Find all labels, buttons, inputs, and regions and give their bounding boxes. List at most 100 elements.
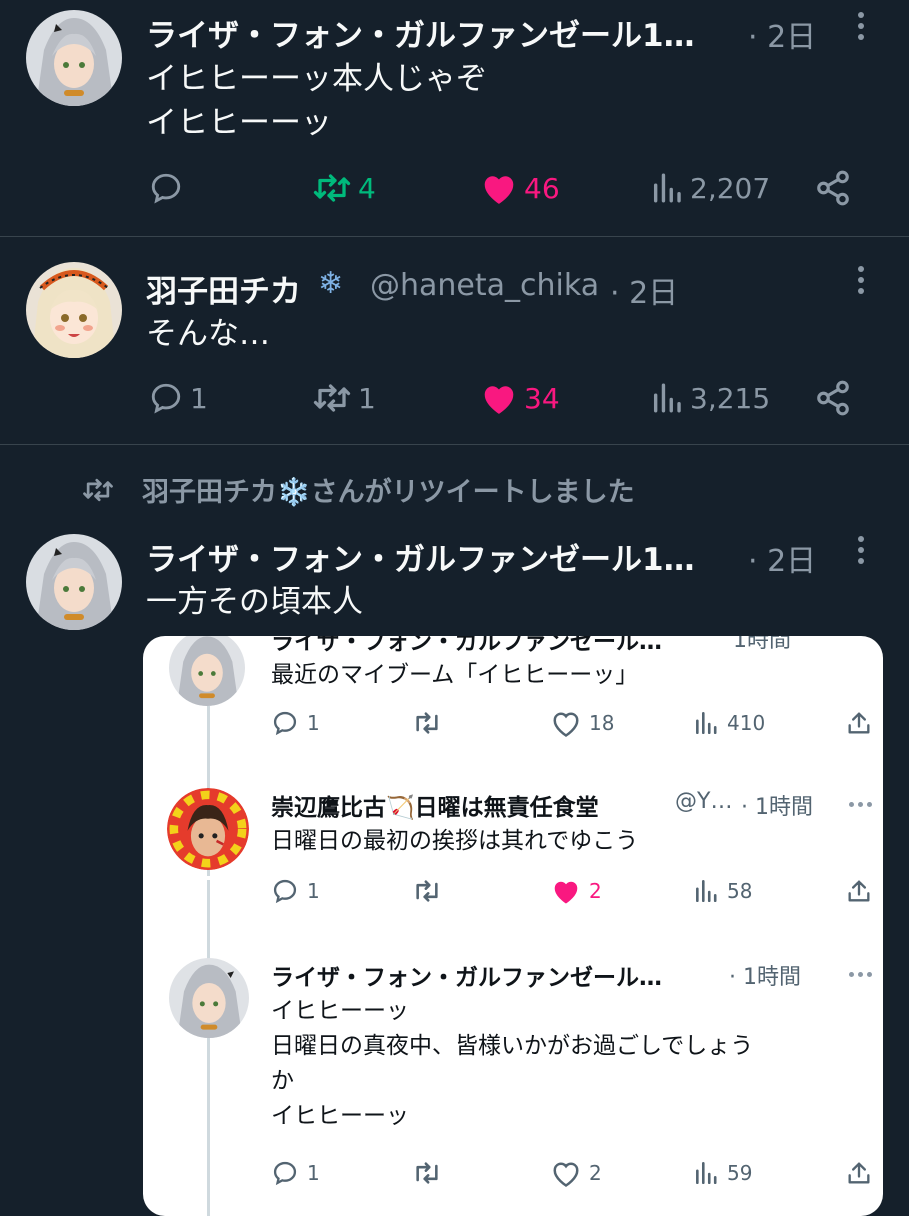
views-count: 3,215 [690,381,771,415]
embedded-like: 2 [551,876,602,906]
more-icon [849,802,872,807]
tweet-divider [0,236,909,237]
reply-count: 1 [307,1161,320,1185]
embedded-views: 59 [693,1158,752,1188]
views-count: 2,207 [690,171,771,205]
embedded-views: 410 [693,708,765,738]
like-icon [554,881,578,904]
like-count: 34 [524,381,560,415]
reply-icon [273,711,297,736]
retweet-icon [416,1162,438,1184]
tweet-author-name[interactable]: ライザ・フォン・ガルファンゼール1… [146,534,695,579]
like-icon [553,712,579,737]
reply-icon [273,879,297,904]
like-count: 18 [589,711,615,735]
tweet-author-name[interactable]: 羽子田チカ [146,266,301,311]
embedded-image[interactable]: ライザ・フォン・ガルファンゼール… 1時間 最近のマイブーム「イヒヒーーッ」 1… [143,636,883,1216]
share-icon [817,170,849,206]
avatar-takahiko [167,788,249,870]
reply-icon [151,173,181,204]
embedded-like: 2 [551,1158,602,1188]
retweet-icon [313,174,351,202]
more-icon[interactable] [858,536,864,569]
avatar-haneta-chika[interactable] [26,262,122,358]
tweet-timestamp[interactable]: · 2日 [748,536,816,580]
views-count: 410 [727,711,766,735]
tweet-text: イヒヒーーッ本人じゃぞ イヒヒーーッ [146,61,487,141]
embedded-reply: 1 [271,876,320,906]
embedded-reply: 1 [271,708,320,738]
retweet-button[interactable]: 1 [312,378,376,418]
embedded-text: 日曜日の最初の挨拶は其れでゆこう [271,828,639,854]
retweet-icon [313,384,351,412]
like-icon [484,386,514,414]
retweet-context[interactable]: 羽子田チカ❄️さんがリツイートしました [82,470,635,509]
avatar-raiza[interactable] [26,10,122,106]
tweet-text: そんな… [146,316,270,352]
views-button[interactable]: 3,215 [650,378,770,418]
views-icon [696,879,717,903]
avatar-raiza [169,958,249,1038]
share-button[interactable] [814,168,852,208]
tweet-divider [0,444,909,445]
reply-button[interactable]: 1 [148,378,208,418]
retweet-button[interactable]: 4 [312,168,376,208]
embedded-retweet [411,708,443,738]
embedded-author-name: 崇辺鷹比古🏹日曜は無責任食堂 [271,795,599,821]
retweet-count: 4 [358,171,376,205]
reply-count: 1 [307,711,320,735]
like-button[interactable]: 46 [480,168,560,208]
views-count: 59 [727,1161,753,1185]
avatar-raiza[interactable] [26,534,122,630]
share-icon [848,880,870,902]
embedded-like: 18 [551,708,614,738]
embedded-share [845,1158,873,1188]
like-icon [484,176,514,204]
reply-count: 1 [190,381,208,415]
retweet-count: 1 [358,381,376,415]
like-button[interactable]: 34 [480,378,560,418]
share-icon [848,712,870,734]
retweet-icon [416,712,438,734]
tweet-timestamp[interactable]: · 2日 [748,12,816,56]
tweet-timestamp[interactable]: · 2日 [610,268,678,312]
like-count: 2 [589,879,602,903]
share-icon [848,1162,870,1184]
avatar-raiza [169,636,245,706]
more-icon[interactable] [858,12,864,45]
embedded-retweet [411,876,443,906]
retweet-icon [416,880,438,902]
embedded-text: 最近のマイブーム「イヒヒーーッ」 [271,662,639,688]
embedded-author-name: ライザ・フォン・ガルファンゼール… [271,636,662,655]
reply-icon [273,1161,297,1186]
embedded-timestamp: 1時間 [733,636,791,653]
embedded-text: イヒヒーーッ 日曜日の真夜中、皆様いかがお過ごしでしょう か イヒヒーーッ [271,998,754,1129]
like-count: 46 [524,171,560,205]
tweet-author-name[interactable]: ライザ・フォン・ガルファンゼール1… [146,10,695,55]
embedded-views: 58 [693,876,752,906]
snowflake-icon: ❄ [318,266,344,301]
views-icon [696,711,717,735]
thread-line [207,880,210,1216]
views-button[interactable]: 2,207 [650,168,770,208]
retweet-context-text: 羽子田チカ❄️さんがリツイートしました [142,477,635,508]
views-icon [653,383,681,413]
reply-button[interactable] [148,168,190,208]
like-icon [553,1162,579,1187]
embedded-timestamp: · 1時間 [741,795,813,820]
tweet-handle[interactable]: @haneta_chika [370,268,599,303]
reply-count: 1 [307,879,320,903]
more-icon[interactable] [858,266,864,299]
retweet-icon [83,478,113,501]
views-icon [696,1161,717,1185]
share-button[interactable] [814,378,852,418]
embedded-share [845,708,873,738]
tweet-text: 一方その頃本人 [146,584,363,620]
embedded-retweet [411,1158,443,1188]
embedded-timestamp: · 1時間 [729,965,801,990]
embedded-reply: 1 [271,1158,320,1188]
reply-icon [151,383,181,414]
more-icon [849,972,872,977]
views-icon [653,173,681,203]
embedded-share [845,876,873,906]
